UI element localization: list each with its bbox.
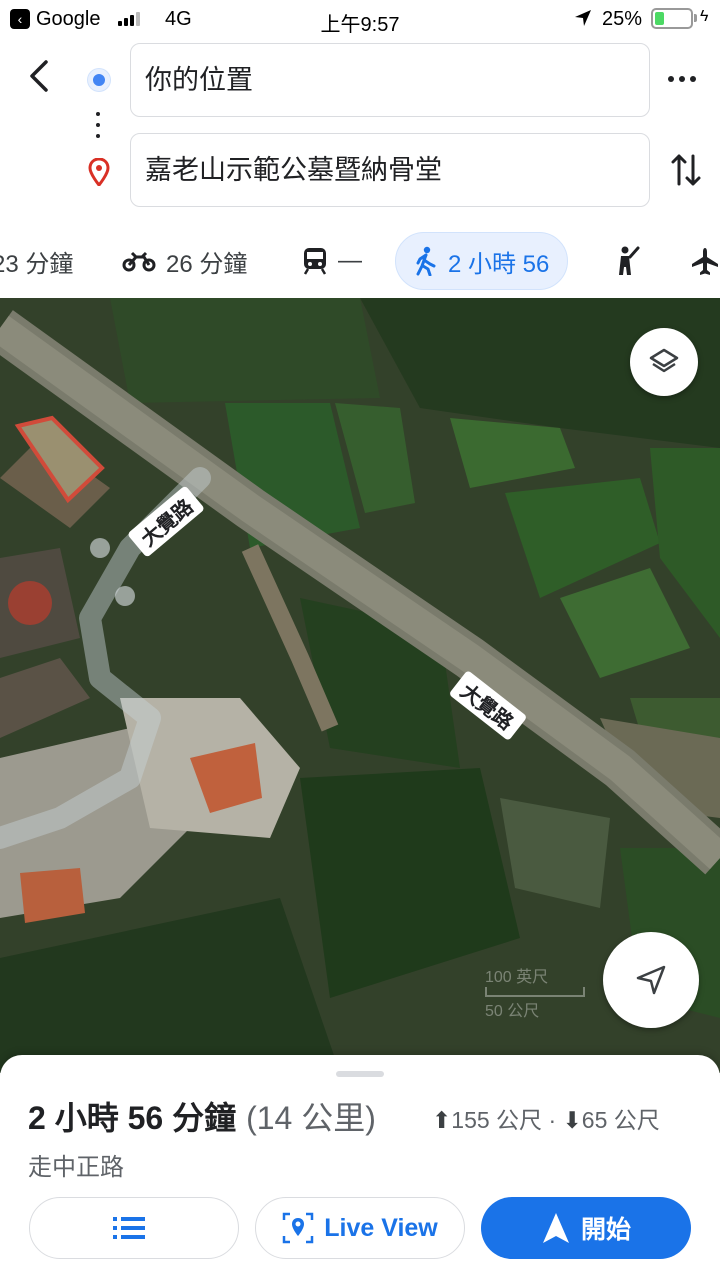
scale-label-meters: 50 公尺 — [485, 1003, 540, 1020]
ascent-value: 155 公尺 — [451, 1107, 543, 1133]
map-scale: 100 英尺 50 公尺 — [485, 963, 585, 1021]
sheet-drag-handle[interactable] — [336, 1071, 384, 1077]
swap-icon[interactable] — [670, 152, 702, 188]
mode-transit[interactable]: — — [302, 232, 362, 290]
scale-bar — [485, 987, 585, 997]
mode-motorcycle[interactable]: 26 分鐘 — [122, 232, 247, 290]
route-via: 走中正路 — [28, 1154, 124, 1181]
layers-icon — [649, 348, 679, 373]
elevation-info: ⬆155 公尺 · ⬇65 公尺 — [432, 1101, 660, 1135]
origin-dot-icon — [88, 69, 110, 91]
transit-icon — [303, 248, 327, 275]
walk-icon — [416, 246, 436, 276]
list-icon — [113, 1217, 145, 1239]
directions-header: 你的位置 嘉老山示範公墓暨納骨堂 — [0, 38, 720, 218]
mode-walking[interactable]: 2 小時 56 — [395, 232, 569, 290]
travel-mode-bar: 23 分鐘 26 分鐘 — 2 小時 56 — [0, 232, 720, 292]
route-distance: (14 公里) — [246, 1100, 376, 1136]
descent-value: 65 公尺 — [581, 1107, 660, 1133]
my-location-button[interactable] — [603, 932, 699, 1028]
battery-icon — [651, 8, 693, 29]
mode-flight[interactable] — [690, 232, 720, 290]
start-navigation-button[interactable]: 開始 — [481, 1197, 691, 1259]
map-view[interactable]: 大覺路 大覺路 100 英尺 50 公尺 — [0, 298, 720, 1073]
elevation-separator: · — [548, 1107, 557, 1133]
battery-percent: 25% — [602, 8, 643, 30]
route-dots-icon — [96, 112, 100, 138]
ascent-icon: ⬆ — [432, 1107, 452, 1133]
layers-button[interactable] — [630, 328, 698, 396]
charging-icon: ϟ — [700, 8, 709, 25]
destination-field[interactable]: 嘉老山示範公墓暨納骨堂 — [130, 133, 650, 207]
navigation-start-icon — [542, 1213, 569, 1243]
status-bar: ‹ Google 4G 上午9:57 25% ϟ — [0, 0, 720, 38]
mode-driving[interactable]: 23 分鐘 — [0, 232, 73, 290]
destination-pin-icon — [88, 158, 110, 186]
mode-walking-label: 2 小時 56 — [448, 250, 550, 278]
route-summary-sheet[interactable]: 2 小時 56 分鐘 (14 公里) ⬆155 公尺 · ⬇65 公尺 走中正路… — [0, 1055, 720, 1280]
live-view-icon — [283, 1212, 314, 1244]
battery-cap — [694, 14, 697, 22]
origin-field[interactable]: 你的位置 — [130, 43, 650, 117]
flight-icon — [692, 248, 718, 275]
descent-icon: ⬇ — [562, 1107, 582, 1133]
mode-rideshare[interactable] — [616, 232, 652, 290]
mode-driving-label: 23 分鐘 — [0, 250, 74, 278]
live-view-label: Live View — [324, 1213, 438, 1242]
mode-transit-label: — — [338, 247, 362, 274]
more-options-icon[interactable] — [668, 76, 696, 82]
route-duration: 2 小時 56 分鐘 — [28, 1100, 237, 1136]
route-summary: 2 小時 56 分鐘 (14 公里) — [28, 1093, 376, 1139]
steps-button[interactable] — [29, 1197, 239, 1259]
navigation-arrow-icon — [636, 965, 666, 995]
live-view-button[interactable]: Live View — [255, 1197, 465, 1259]
location-arrow-icon — [575, 10, 591, 26]
start-label: 開始 — [580, 1216, 631, 1244]
motorcycle-icon — [122, 251, 156, 272]
mode-motorcycle-label: 26 分鐘 — [166, 250, 248, 278]
rideshare-icon — [619, 246, 640, 275]
battery-level — [655, 12, 664, 25]
scale-label-feet: 100 英尺 — [485, 969, 549, 986]
back-arrow-icon[interactable] — [22, 58, 58, 94]
